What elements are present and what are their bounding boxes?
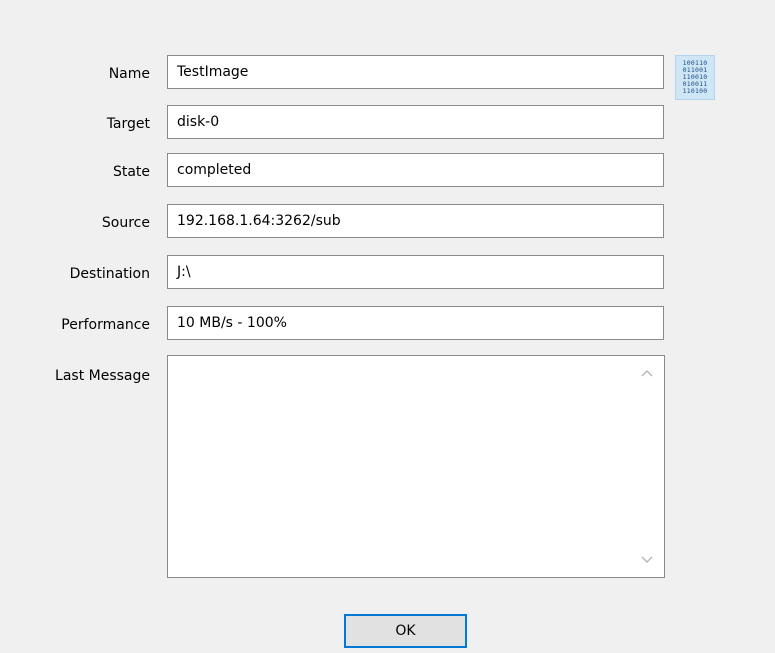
state-field[interactable]: completed [167, 153, 664, 187]
name-label: Name [108, 66, 150, 82]
target-label: Target [106, 116, 150, 132]
last-message-label: Last Message [55, 368, 150, 384]
source-label: Source [101, 215, 150, 231]
state-label: State [112, 164, 150, 180]
binary-data-icon: 100110 011001 110010 010011 110100 [675, 55, 715, 100]
target-field[interactable]: disk-0 [167, 105, 664, 139]
performance-label: Performance [61, 317, 150, 333]
destination-label: Destination [69, 266, 150, 282]
image-details-dialog: Name TestImage Target disk-0 State compl… [0, 0, 775, 653]
binary-line: 110100 [682, 87, 708, 95]
source-field[interactable]: 192.168.1.64:3262/sub [167, 204, 664, 238]
ok-button[interactable]: OK [344, 614, 467, 648]
name-field[interactable]: TestImage [167, 55, 664, 89]
scroll-down-arrow-icon[interactable] [640, 555, 654, 565]
destination-field[interactable]: J:\ [167, 255, 664, 289]
last-message-textarea[interactable] [167, 355, 665, 578]
performance-field[interactable]: 10 MB/s - 100% [167, 306, 664, 340]
scroll-up-arrow-icon[interactable] [640, 368, 654, 378]
